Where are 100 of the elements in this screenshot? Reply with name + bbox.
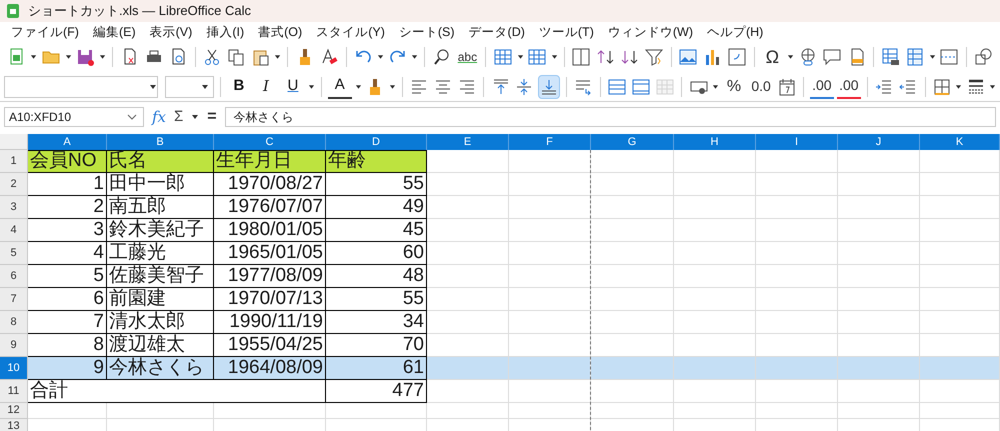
column-header[interactable]: K: [920, 134, 1000, 150]
font-name-field[interactable]: [4, 76, 158, 98]
row-header[interactable]: 13: [0, 419, 28, 431]
empty-cell[interactable]: [920, 196, 1000, 219]
empty-cell[interactable]: [756, 242, 838, 265]
empty-cell[interactable]: [591, 196, 674, 219]
grid-icon[interactable]: [527, 47, 548, 67]
caret-icon[interactable]: [388, 84, 396, 90]
column-header[interactable]: E: [427, 134, 509, 150]
empty-cell[interactable]: [674, 311, 756, 334]
empty-cell[interactable]: [838, 196, 920, 219]
empty-cell[interactable]: [509, 219, 591, 242]
special-character-button[interactable]: Ω: [760, 45, 784, 69]
column-header[interactable]: J: [838, 134, 920, 150]
caret-icon[interactable]: [201, 84, 210, 90]
caret-icon[interactable]: [98, 54, 106, 60]
empty-cell[interactable]: [920, 380, 1000, 403]
empty-cell[interactable]: [427, 265, 509, 288]
caret-icon[interactable]: [955, 84, 962, 90]
empty-cell[interactable]: [427, 311, 509, 334]
empty-cell[interactable]: [756, 150, 838, 173]
empty-cell[interactable]: [591, 219, 674, 242]
empty-cell[interactable]: [838, 311, 920, 334]
menu-item[interactable]: ツール(T): [532, 22, 601, 42]
name-box[interactable]: A10:XFD10: [4, 107, 144, 127]
font-size-field[interactable]: [164, 76, 214, 98]
empty-cell[interactable]: [920, 242, 1000, 265]
row-header[interactable]: 4: [0, 219, 28, 242]
table-printer-icon[interactable]: [880, 47, 901, 67]
empty-cell[interactable]: [920, 173, 1000, 196]
empty-cell[interactable]: [591, 380, 674, 403]
menu-item[interactable]: 表示(V): [142, 22, 200, 42]
empty-cell[interactable]: [920, 311, 1000, 334]
empty-cell[interactable]: [509, 196, 591, 219]
funnel-icon[interactable]: [644, 47, 664, 67]
empty-cell[interactable]: [920, 265, 1000, 288]
empty-cell[interactable]: [214, 403, 326, 419]
row-header[interactable]: 6: [0, 265, 28, 288]
empty-cell[interactable]: [838, 219, 920, 242]
merge-cells-icon[interactable]: [607, 76, 628, 96]
empty-cell[interactable]: [591, 265, 674, 288]
empty-cell[interactable]: [509, 380, 591, 403]
menu-item[interactable]: ヘルプ(H): [700, 22, 770, 42]
empty-cell[interactable]: [756, 173, 838, 196]
empty-cell[interactable]: [756, 265, 838, 288]
select-all-corner[interactable]: [0, 134, 28, 150]
caret-icon[interactable]: [989, 84, 996, 90]
copy-icon[interactable]: [226, 47, 246, 67]
bold-button[interactable]: B: [226, 74, 251, 98]
empty-cell[interactable]: [509, 403, 591, 419]
formula-input-field[interactable]: 今林さくら: [224, 107, 996, 127]
caret-icon[interactable]: [64, 54, 72, 60]
column-header[interactable]: I: [756, 134, 838, 150]
empty-cell[interactable]: [509, 173, 591, 196]
empty-cell[interactable]: [674, 403, 756, 419]
empty-cell[interactable]: [674, 219, 756, 242]
column-header[interactable]: H: [674, 134, 756, 150]
merge-center-icon[interactable]: [630, 76, 651, 96]
column-header[interactable]: G: [591, 134, 674, 150]
column-header[interactable]: D: [326, 134, 427, 150]
percent-button[interactable]: %: [722, 74, 746, 98]
empty-cell[interactable]: [674, 288, 756, 311]
caret-icon[interactable]: [354, 84, 362, 90]
empty-cell[interactable]: [509, 150, 591, 173]
empty-cell[interactable]: [591, 288, 674, 311]
landscape-picture-icon[interactable]: [678, 47, 698, 67]
empty-cell[interactable]: [674, 173, 756, 196]
grid-icon[interactable]: [492, 47, 513, 67]
empty-cell[interactable]: [838, 173, 920, 196]
empty-cell[interactable]: [920, 219, 1000, 242]
empty-cell[interactable]: [838, 403, 920, 419]
column-header[interactable]: B: [107, 134, 214, 150]
underline-button[interactable]: U: [280, 74, 305, 98]
speech-bubble-icon[interactable]: [822, 47, 842, 67]
empty-cell[interactable]: [107, 403, 214, 419]
empty-cell[interactable]: [427, 242, 509, 265]
menu-item[interactable]: スタイル(Y): [309, 22, 392, 42]
row-header[interactable]: 5: [0, 242, 28, 265]
empty-cell[interactable]: [427, 403, 509, 419]
empty-cell[interactable]: [838, 380, 920, 403]
empty-cell[interactable]: [674, 265, 756, 288]
empty-cell[interactable]: [674, 150, 756, 173]
menu-item[interactable]: 編集(E): [86, 22, 143, 42]
empty-cell[interactable]: [756, 403, 838, 419]
row-header[interactable]: 7: [0, 288, 28, 311]
column-header[interactable]: A: [28, 134, 107, 150]
function-wizard-button[interactable]: fx: [152, 106, 166, 128]
caret-icon[interactable]: [928, 54, 936, 60]
caret-icon[interactable]: [30, 54, 38, 60]
row-header[interactable]: 1: [0, 150, 28, 173]
empty-cell[interactable]: [591, 173, 674, 196]
empty-cell[interactable]: [509, 265, 591, 288]
caret-icon[interactable]: [148, 84, 157, 90]
empty-cell[interactable]: [509, 242, 591, 265]
empty-cell[interactable]: [591, 150, 674, 173]
menu-item[interactable]: ウィンドウ(W): [600, 22, 700, 42]
empty-cell[interactable]: [756, 288, 838, 311]
empty-cell[interactable]: [427, 196, 509, 219]
caret-icon[interactable]: [376, 54, 384, 60]
empty-cell[interactable]: [674, 380, 756, 403]
